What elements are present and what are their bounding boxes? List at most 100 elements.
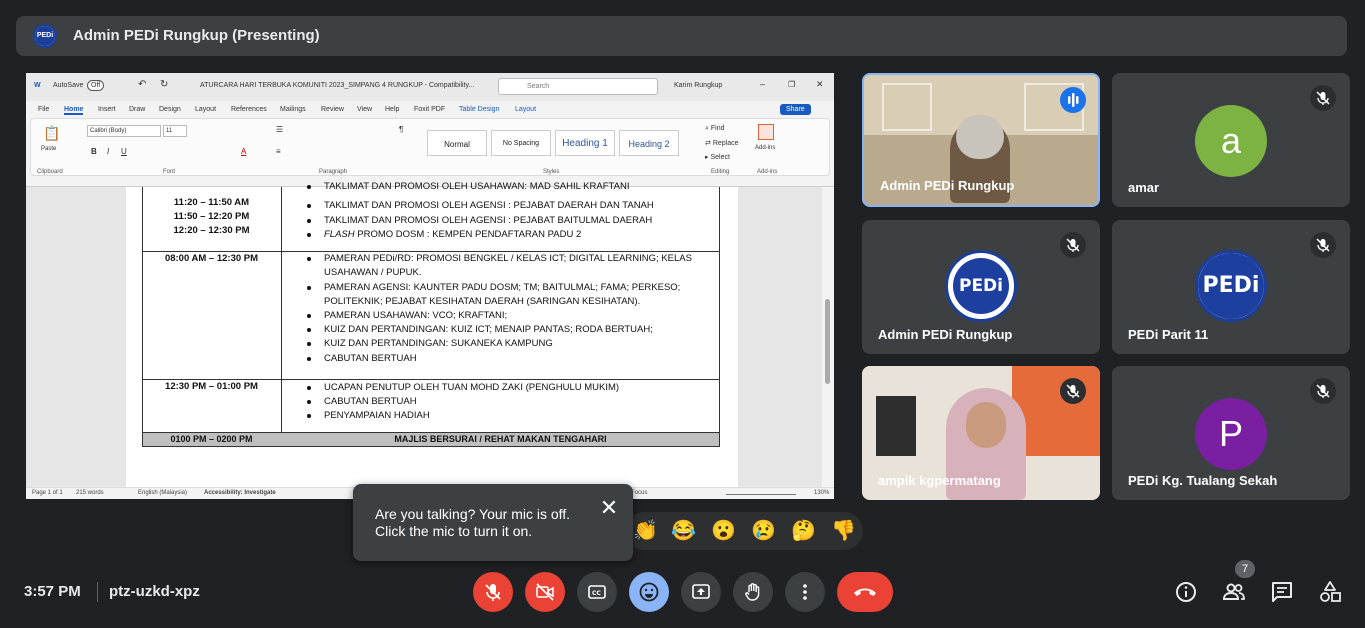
reaction-laugh[interactable]: 😂: [671, 519, 696, 543]
agenda-item: KUIZ DAN PERTANDINGAN: SUKANEKA KAMPUNG: [307, 338, 553, 349]
chat-button[interactable]: [1266, 576, 1298, 608]
people-button[interactable]: [1218, 576, 1250, 608]
participant-tile-logo[interactable]: PEDi PEDi Parit 11: [1112, 220, 1350, 354]
search-input[interactable]: Search: [498, 78, 658, 95]
reaction-thinking[interactable]: 🤔: [791, 519, 816, 543]
menu-file[interactable]: File: [38, 106, 49, 113]
menu-references[interactable]: References: [231, 106, 267, 113]
present-button[interactable]: [681, 572, 721, 612]
share-button[interactable]: Share: [780, 104, 811, 115]
reaction-surprised[interactable]: 😮: [711, 519, 736, 543]
menu-review[interactable]: Review: [321, 106, 344, 113]
menu-design[interactable]: Design: [159, 106, 181, 113]
participant-name: PEDi Kg. Tualang Sekah: [1128, 473, 1278, 488]
camera-toggle-button[interactable]: [525, 572, 565, 612]
zoom-level[interactable]: 130%: [814, 490, 829, 496]
reaction-clap[interactable]: 👏: [633, 519, 658, 543]
menu-mailings[interactable]: Mailings: [280, 106, 306, 113]
more-options-button[interactable]: [785, 572, 825, 612]
info-icon: [1176, 582, 1196, 602]
underline-button[interactable]: U: [121, 147, 127, 156]
close-icon[interactable]: ✕: [816, 79, 824, 90]
document-page[interactable]: 11:20 – 11:50 AM 11:50 – 12:20 PM 12:20 …: [126, 181, 738, 487]
reaction-thumbs-down[interactable]: 👎: [831, 519, 856, 543]
zoom-slider[interactable]: [726, 494, 796, 495]
italic-button[interactable]: I: [107, 147, 109, 156]
close-icon[interactable]: ✕: [598, 497, 620, 520]
avatar: P: [1195, 398, 1267, 470]
replace-button[interactable]: ⇄ Replace: [705, 139, 739, 147]
participant-tile-avatar[interactable]: P PEDi Kg. Tualang Sekah: [1112, 366, 1350, 500]
leave-call-button[interactable]: [837, 572, 893, 612]
focus-mode[interactable]: Focus: [631, 490, 647, 496]
mic-toggle-button[interactable]: [473, 572, 513, 612]
participant-tile-video[interactable]: ampik kgpermatang: [862, 366, 1100, 500]
reaction-sad[interactable]: 😢: [751, 519, 776, 543]
find-button[interactable]: ⌕ Find: [705, 125, 725, 133]
meeting-info-button[interactable]: [1170, 576, 1202, 608]
people-count-badge: 7: [1235, 560, 1255, 578]
menu-help[interactable]: Help: [385, 106, 399, 113]
style-normal[interactable]: Normal: [427, 130, 487, 156]
person-head: [956, 115, 1004, 159]
menu-view[interactable]: View: [357, 106, 372, 113]
agenda-item-continued: USAHAWAN / PUPUK.: [324, 267, 422, 278]
vertical-scrollbar[interactable]: [822, 187, 834, 487]
font-name-select[interactable]: Calibri (Body): [87, 125, 161, 137]
logo-text: PEDi: [35, 26, 55, 46]
menu-insert[interactable]: Insert: [98, 106, 116, 113]
undo-icon[interactable]: ↶: [138, 79, 146, 90]
bullets-icon[interactable]: ☰: [276, 125, 283, 134]
agenda-item: PENYAMPAIAN HADIAH: [307, 410, 430, 421]
style-no-spacing[interactable]: No Spacing: [491, 130, 551, 156]
word-count[interactable]: 215 words: [76, 490, 104, 496]
restore-icon[interactable]: ❐: [788, 80, 795, 89]
scroll-thumb[interactable]: [825, 299, 830, 384]
activities-icon: [1320, 581, 1341, 602]
align-left-icon[interactable]: ≡: [276, 147, 281, 156]
mic-off-icon: [1060, 232, 1086, 258]
accessibility[interactable]: Accessibility: Investigate: [204, 490, 276, 496]
time-cell: 12:20 – 12:30 PM: [173, 225, 250, 236]
autosave-toggle[interactable]: Off: [87, 80, 105, 91]
reactions-button[interactable]: [629, 572, 669, 612]
style-heading-2[interactable]: Heading 2: [619, 130, 679, 156]
group-clipboard: Clipboard: [37, 169, 63, 175]
agenda-item: TAKLIMAT DAN PROMOSI OLEH USAHAWAN: MAD …: [306, 181, 630, 192]
activities-button[interactable]: [1314, 576, 1346, 608]
speaking-indicator-icon: [1060, 87, 1086, 113]
page-count[interactable]: Page 1 of 1: [32, 490, 63, 496]
menu-layout[interactable]: Layout: [195, 106, 216, 113]
agenda-item: CABUTAN BERTUAH: [307, 353, 417, 364]
paste-icon[interactable]: 📋: [43, 125, 60, 142]
closing-cell: MAJLIS BERSURAI / REHAT MAKAN TENGAHARI: [394, 434, 607, 444]
raise-hand-button[interactable]: [733, 572, 773, 612]
participant-tile-logo[interactable]: PEDi Admin PEDi Rungkup: [862, 220, 1100, 354]
menu-table-layout[interactable]: Layout: [515, 106, 536, 113]
menu-draw[interactable]: Draw: [129, 106, 145, 113]
menu-home[interactable]: Home: [64, 106, 84, 115]
style-heading-1[interactable]: Heading 1: [555, 130, 615, 156]
menu-table-design[interactable]: Table Design: [459, 106, 499, 113]
shared-screen[interactable]: W AutoSave Off ↶ ↻ ATURCARA HARI TERBUKA…: [26, 73, 834, 499]
agenda-item: KUIZ DAN PERTANDINGAN: KUIZ ICT; MENAIP …: [307, 324, 653, 335]
bold-button[interactable]: B: [91, 147, 97, 156]
mic-off-icon: [1060, 378, 1086, 404]
paragraph-mark-icon[interactable]: ¶: [399, 125, 403, 134]
menu-foxit[interactable]: Foxit PDF: [414, 106, 445, 113]
participant-tile-avatar[interactable]: a amar: [1112, 73, 1350, 207]
font-color-icon[interactable]: A: [241, 147, 246, 156]
addins-icon[interactable]: [758, 124, 774, 140]
table-border: [142, 251, 720, 252]
language[interactable]: English (Malaysia): [138, 490, 187, 496]
participant-name: ampik kgpermatang: [878, 473, 1001, 488]
redo-icon[interactable]: ↻: [160, 79, 168, 90]
select-button[interactable]: ▸ Select: [705, 153, 730, 161]
minimize-icon[interactable]: –: [760, 79, 765, 89]
participant-tile-video[interactable]: Admin PEDi Rungkup: [862, 73, 1100, 207]
captions-icon: CC: [588, 585, 606, 599]
more-vert-icon: [803, 584, 807, 600]
font-size-select[interactable]: 11: [163, 125, 187, 137]
user-name[interactable]: Karim Rungkup: [674, 82, 722, 89]
captions-button[interactable]: CC: [577, 572, 617, 612]
